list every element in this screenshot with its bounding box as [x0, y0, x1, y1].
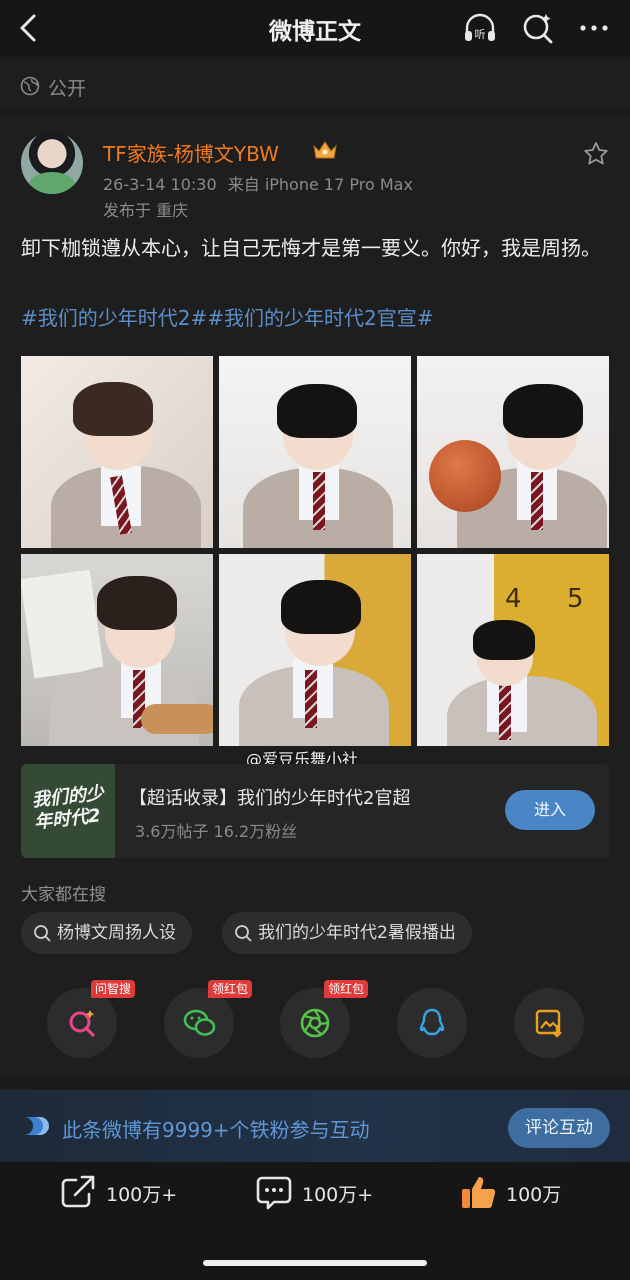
more-icon[interactable]	[576, 10, 612, 46]
like-count: 100万	[506, 1184, 562, 1206]
photo-5[interactable]	[219, 554, 411, 746]
post-source: 来自 iPhone 17 Pro Max	[227, 175, 413, 194]
supertopic-title: 【超话收录】我们的少年时代2官超	[129, 788, 411, 809]
photo-4[interactable]	[21, 554, 213, 746]
search-chip-2[interactable]: 我们的少年时代2暑假播出	[222, 912, 472, 954]
search-icon	[235, 925, 252, 942]
basketball	[429, 440, 501, 512]
search-icon	[34, 925, 51, 942]
photo-6[interactable]: 4 5	[417, 554, 609, 746]
supertopic-card[interactable]: 我们的少年时代2 【超话收录】我们的少年时代2官超 3.6万帖子 16.2万粉丝…	[21, 764, 609, 858]
guitar	[141, 704, 213, 734]
home-indicator	[203, 1260, 427, 1266]
supertopic-thumbnail: 我们的少年时代2	[21, 764, 115, 858]
enter-button[interactable]: 进入	[505, 790, 595, 830]
fans-interaction-bar: 此条微博有9999+个铁粉参与互动 评论互动	[0, 1090, 630, 1162]
post-hashtags[interactable]: #我们的少年时代2##我们的少年时代2官宣#	[21, 302, 433, 331]
listen-icon[interactable]: 听	[462, 10, 498, 46]
trending-search-label: 大家都在搜	[21, 885, 106, 905]
photo-grid: 4 5	[21, 356, 609, 746]
share-tag: 领红包	[324, 980, 369, 998]
post-text: 卸下枷锁遵从本心，让自己无悔才是第一要义。你好，我是周扬。	[21, 236, 601, 260]
author-name[interactable]: TF家族-杨博文YBW	[103, 138, 279, 167]
post-timestamp: 26-3-14 10:30	[103, 175, 217, 194]
ask-search-icon	[69, 1010, 95, 1037]
share-save-image[interactable]	[514, 988, 584, 1058]
visibility-row: 公开	[0, 62, 630, 110]
share-row: 问智搜 领红包 领红包	[0, 980, 630, 1076]
comment-icon	[256, 1176, 292, 1210]
share-qq[interactable]	[397, 988, 467, 1058]
photo-2[interactable]	[219, 356, 411, 548]
repost-icon	[61, 1175, 95, 1208]
qq-icon	[419, 1008, 445, 1036]
locker-number-5: 5	[567, 584, 584, 614]
favorite-star-icon[interactable]	[582, 140, 610, 168]
share-moments[interactable]: 领红包	[280, 980, 369, 1058]
top-bar: 微博正文 听	[0, 0, 630, 56]
share-tag: 问智搜	[91, 980, 136, 998]
post-card: TF家族-杨博文YBW 26-3-14 10:30 来自 iPhone 17 P…	[0, 116, 630, 1076]
supertopic-stats: 3.6万帖子 16.2万粉丝	[135, 822, 298, 841]
fans-bar-text: 此条微博有9999+个铁粉参与互动	[62, 1118, 370, 1142]
comment-count: 100万+	[302, 1184, 374, 1206]
locker-number-4: 4	[505, 584, 522, 614]
repost-count: 100万+	[106, 1184, 178, 1206]
visibility-label: 公开	[48, 78, 87, 100]
post-location: 发布于 重庆	[103, 201, 189, 220]
wechat-icon	[183, 1009, 216, 1036]
moments-icon	[300, 1008, 330, 1038]
comment-interact-button[interactable]: 评论互动	[508, 1108, 610, 1148]
photo-3[interactable]	[417, 356, 609, 548]
crown-badge-icon	[313, 141, 337, 159]
avatar[interactable]	[21, 132, 83, 194]
thumbs-up-icon	[462, 1177, 496, 1208]
share-ask-search[interactable]: 问智搜	[47, 980, 136, 1058]
search-icon[interactable]	[520, 10, 556, 46]
share-wechat[interactable]: 领红包	[164, 980, 253, 1058]
globe-icon	[20, 76, 40, 96]
save-image-icon	[535, 1009, 562, 1038]
share-tag: 领红包	[208, 980, 253, 998]
fans-icon	[24, 1117, 49, 1135]
svg-text:听: 听	[475, 28, 486, 41]
photo-1[interactable]	[21, 356, 213, 548]
post-meta: 26-3-14 10:30 来自 iPhone 17 Pro Max	[103, 171, 413, 195]
search-chip-1[interactable]: 杨博文周扬人设	[21, 912, 192, 954]
